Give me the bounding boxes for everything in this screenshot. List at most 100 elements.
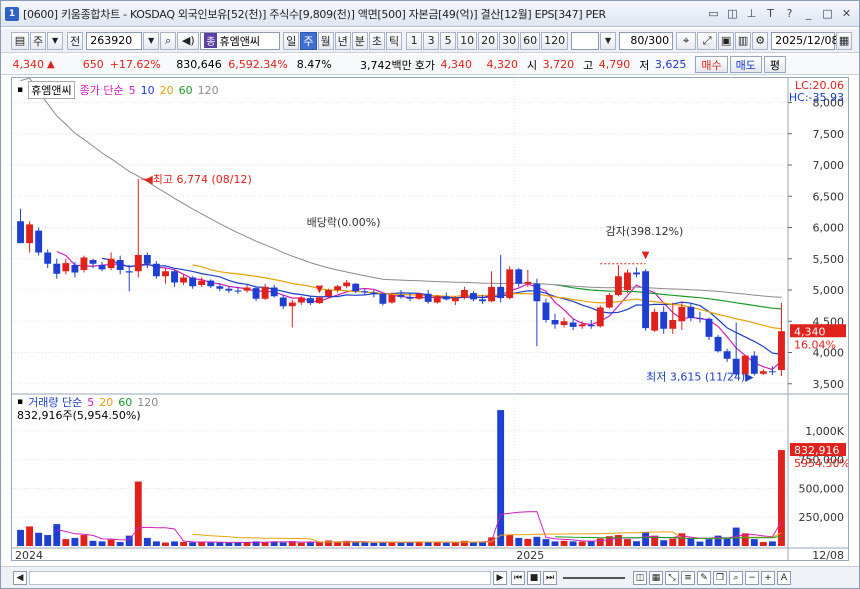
candle-body — [370, 292, 378, 294]
pin-icon[interactable]: ⊥ — [745, 7, 758, 20]
count-input[interactable]: 80 /300 — [619, 31, 674, 50]
avg-button[interactable]: 평 — [763, 56, 786, 73]
ma120-legend[interactable]: 120 — [198, 84, 219, 97]
interval-10[interactable]: 10 — [457, 31, 478, 50]
interval-custom-input[interactable] — [571, 31, 600, 50]
maximize-icon[interactable]: □ — [821, 7, 834, 20]
interval-30[interactable]: 30 — [499, 31, 520, 50]
candle-body — [624, 272, 631, 290]
interval-20[interactable]: 20 — [478, 31, 499, 50]
scroll-right-icon[interactable]: ▶ — [493, 570, 507, 585]
period-type-dropdown-icon[interactable]: ▼ — [47, 31, 64, 50]
stop-icon[interactable]: ■ — [527, 570, 541, 585]
link-icon[interactable]: ⤡ — [665, 570, 679, 585]
candle-body — [533, 283, 541, 302]
search-icon[interactable]: ⌕ — [160, 31, 177, 50]
candle-body — [551, 320, 559, 325]
high-annotation: ◀최고 6,774 (08/12) — [144, 173, 251, 186]
zoom-slider[interactable] — [563, 576, 625, 579]
period-year[interactable]: 년 — [334, 31, 351, 50]
period-month[interactable]: 월 — [317, 31, 334, 50]
window-number-badge[interactable]: 1 — [5, 6, 19, 21]
zoom-in-icon[interactable]: + — [761, 570, 775, 585]
ma10-legend[interactable]: 10 — [141, 84, 155, 97]
split-icon[interactable]: ◫ — [633, 570, 647, 585]
volume-bar — [497, 410, 505, 546]
buy-button[interactable]: 매수 — [695, 56, 728, 73]
help-icon[interactable]: ? — [783, 7, 796, 20]
last-icon[interactable]: ⏭ — [543, 570, 557, 585]
crosshair-icon[interactable]: ⌖ — [676, 31, 697, 50]
volume-bar — [297, 542, 305, 546]
tile-icon[interactable]: ◫ — [726, 7, 739, 20]
volume-bar — [143, 537, 151, 546]
interval-custom-dropdown-icon[interactable]: ▼ — [600, 31, 617, 50]
layout-icon[interactable]: ▥ — [735, 31, 752, 50]
candle-body — [524, 281, 532, 284]
interval-120[interactable]: 120 — [541, 31, 569, 50]
zoom-out-icon[interactable]: − — [745, 570, 759, 585]
volume-bar — [424, 542, 432, 546]
candle-body — [687, 306, 695, 319]
stock-code-input[interactable]: 263920 — [86, 31, 143, 50]
period-tick[interactable]: 틱 — [386, 31, 403, 50]
first-icon[interactable]: ⏮ — [511, 570, 525, 585]
chart-list-icon[interactable]: ▤ — [11, 31, 29, 50]
volume-bar — [406, 542, 414, 546]
count-max: /300 — [644, 34, 670, 47]
volume-bar — [370, 542, 378, 546]
pencil-icon[interactable]: ✎ — [697, 570, 711, 585]
bid1: 4,340 — [440, 58, 472, 71]
scroll-track[interactable] — [29, 570, 491, 585]
copy-icon[interactable]: ❐ — [713, 570, 727, 585]
price-tick-label: 7,000 — [813, 159, 845, 172]
candle-body — [334, 286, 342, 290]
ma20-legend[interactable]: 20 — [160, 84, 174, 97]
volume-bar — [678, 533, 686, 546]
candle-body — [379, 293, 387, 304]
volume-bar — [180, 541, 188, 546]
speaker-icon[interactable]: ◀) — [177, 31, 200, 50]
stock-name-field[interactable]: 종 휴엠앤씨 — [200, 31, 281, 50]
candle-body — [442, 296, 450, 300]
interval-60[interactable]: 60 — [520, 31, 541, 50]
restore-icon[interactable]: ▭ — [707, 7, 720, 20]
bid-label: 호가 — [414, 58, 435, 72]
save-icon[interactable]: ▣ — [718, 31, 735, 50]
volume-bar — [542, 539, 550, 546]
font-icon[interactable]: T — [764, 7, 777, 20]
sell-button[interactable]: 매도 — [729, 56, 762, 73]
candle-body — [497, 286, 505, 299]
volume-bar — [470, 542, 477, 546]
stock-code-dropdown-icon[interactable]: ▼ — [143, 31, 160, 50]
close-icon[interactable]: ✕ — [840, 7, 853, 20]
scroll-left-icon[interactable]: ◀ — [13, 570, 27, 585]
calendar-icon[interactable]: ▦ — [836, 31, 853, 50]
volume-bar — [89, 540, 97, 546]
chart-svg[interactable]: 8,0007,5007,0006,5006,0005,5005,0004,500… — [12, 77, 850, 562]
period-day[interactable]: 일 — [283, 31, 300, 50]
zoom-icon[interactable]: ⌕ — [729, 570, 743, 585]
text-size-icon[interactable]: A — [777, 570, 791, 585]
grid-icon[interactable]: ▦ — [649, 570, 663, 585]
gear-icon[interactable]: ⚙ — [752, 31, 769, 50]
chart-area[interactable]: 8,000 7,500 7,000 6,500 6,000 5,500 5,000 4,500… — [11, 77, 850, 562]
scale-icon[interactable]: ≡ — [681, 570, 695, 585]
candle-body — [397, 295, 405, 297]
interval-1[interactable]: 1 — [406, 31, 423, 50]
ma60-legend[interactable]: 60 — [179, 84, 193, 97]
minimize-icon[interactable]: _ — [802, 7, 815, 20]
period-week[interactable]: 주 — [300, 31, 317, 50]
volume-legend-toggle-icon[interactable]: ▪ — [17, 397, 23, 407]
ma5-legend[interactable]: 5 — [129, 84, 136, 97]
price-legend-title[interactable]: 종가 단순 — [80, 82, 124, 98]
period-type-select[interactable]: 주 — [30, 31, 47, 50]
interval-5[interactable]: 5 — [440, 31, 457, 50]
period-second[interactable]: 초 — [368, 31, 385, 50]
ruler-icon[interactable]: ⤢ — [697, 31, 718, 50]
prev-button[interactable]: 전 — [67, 31, 84, 50]
interval-3[interactable]: 3 — [423, 31, 440, 50]
period-minute[interactable]: 분 — [351, 31, 368, 50]
date-input[interactable]: 2025/12/08 — [771, 31, 839, 50]
legend-toggle-icon[interactable]: ▪ — [17, 85, 23, 95]
